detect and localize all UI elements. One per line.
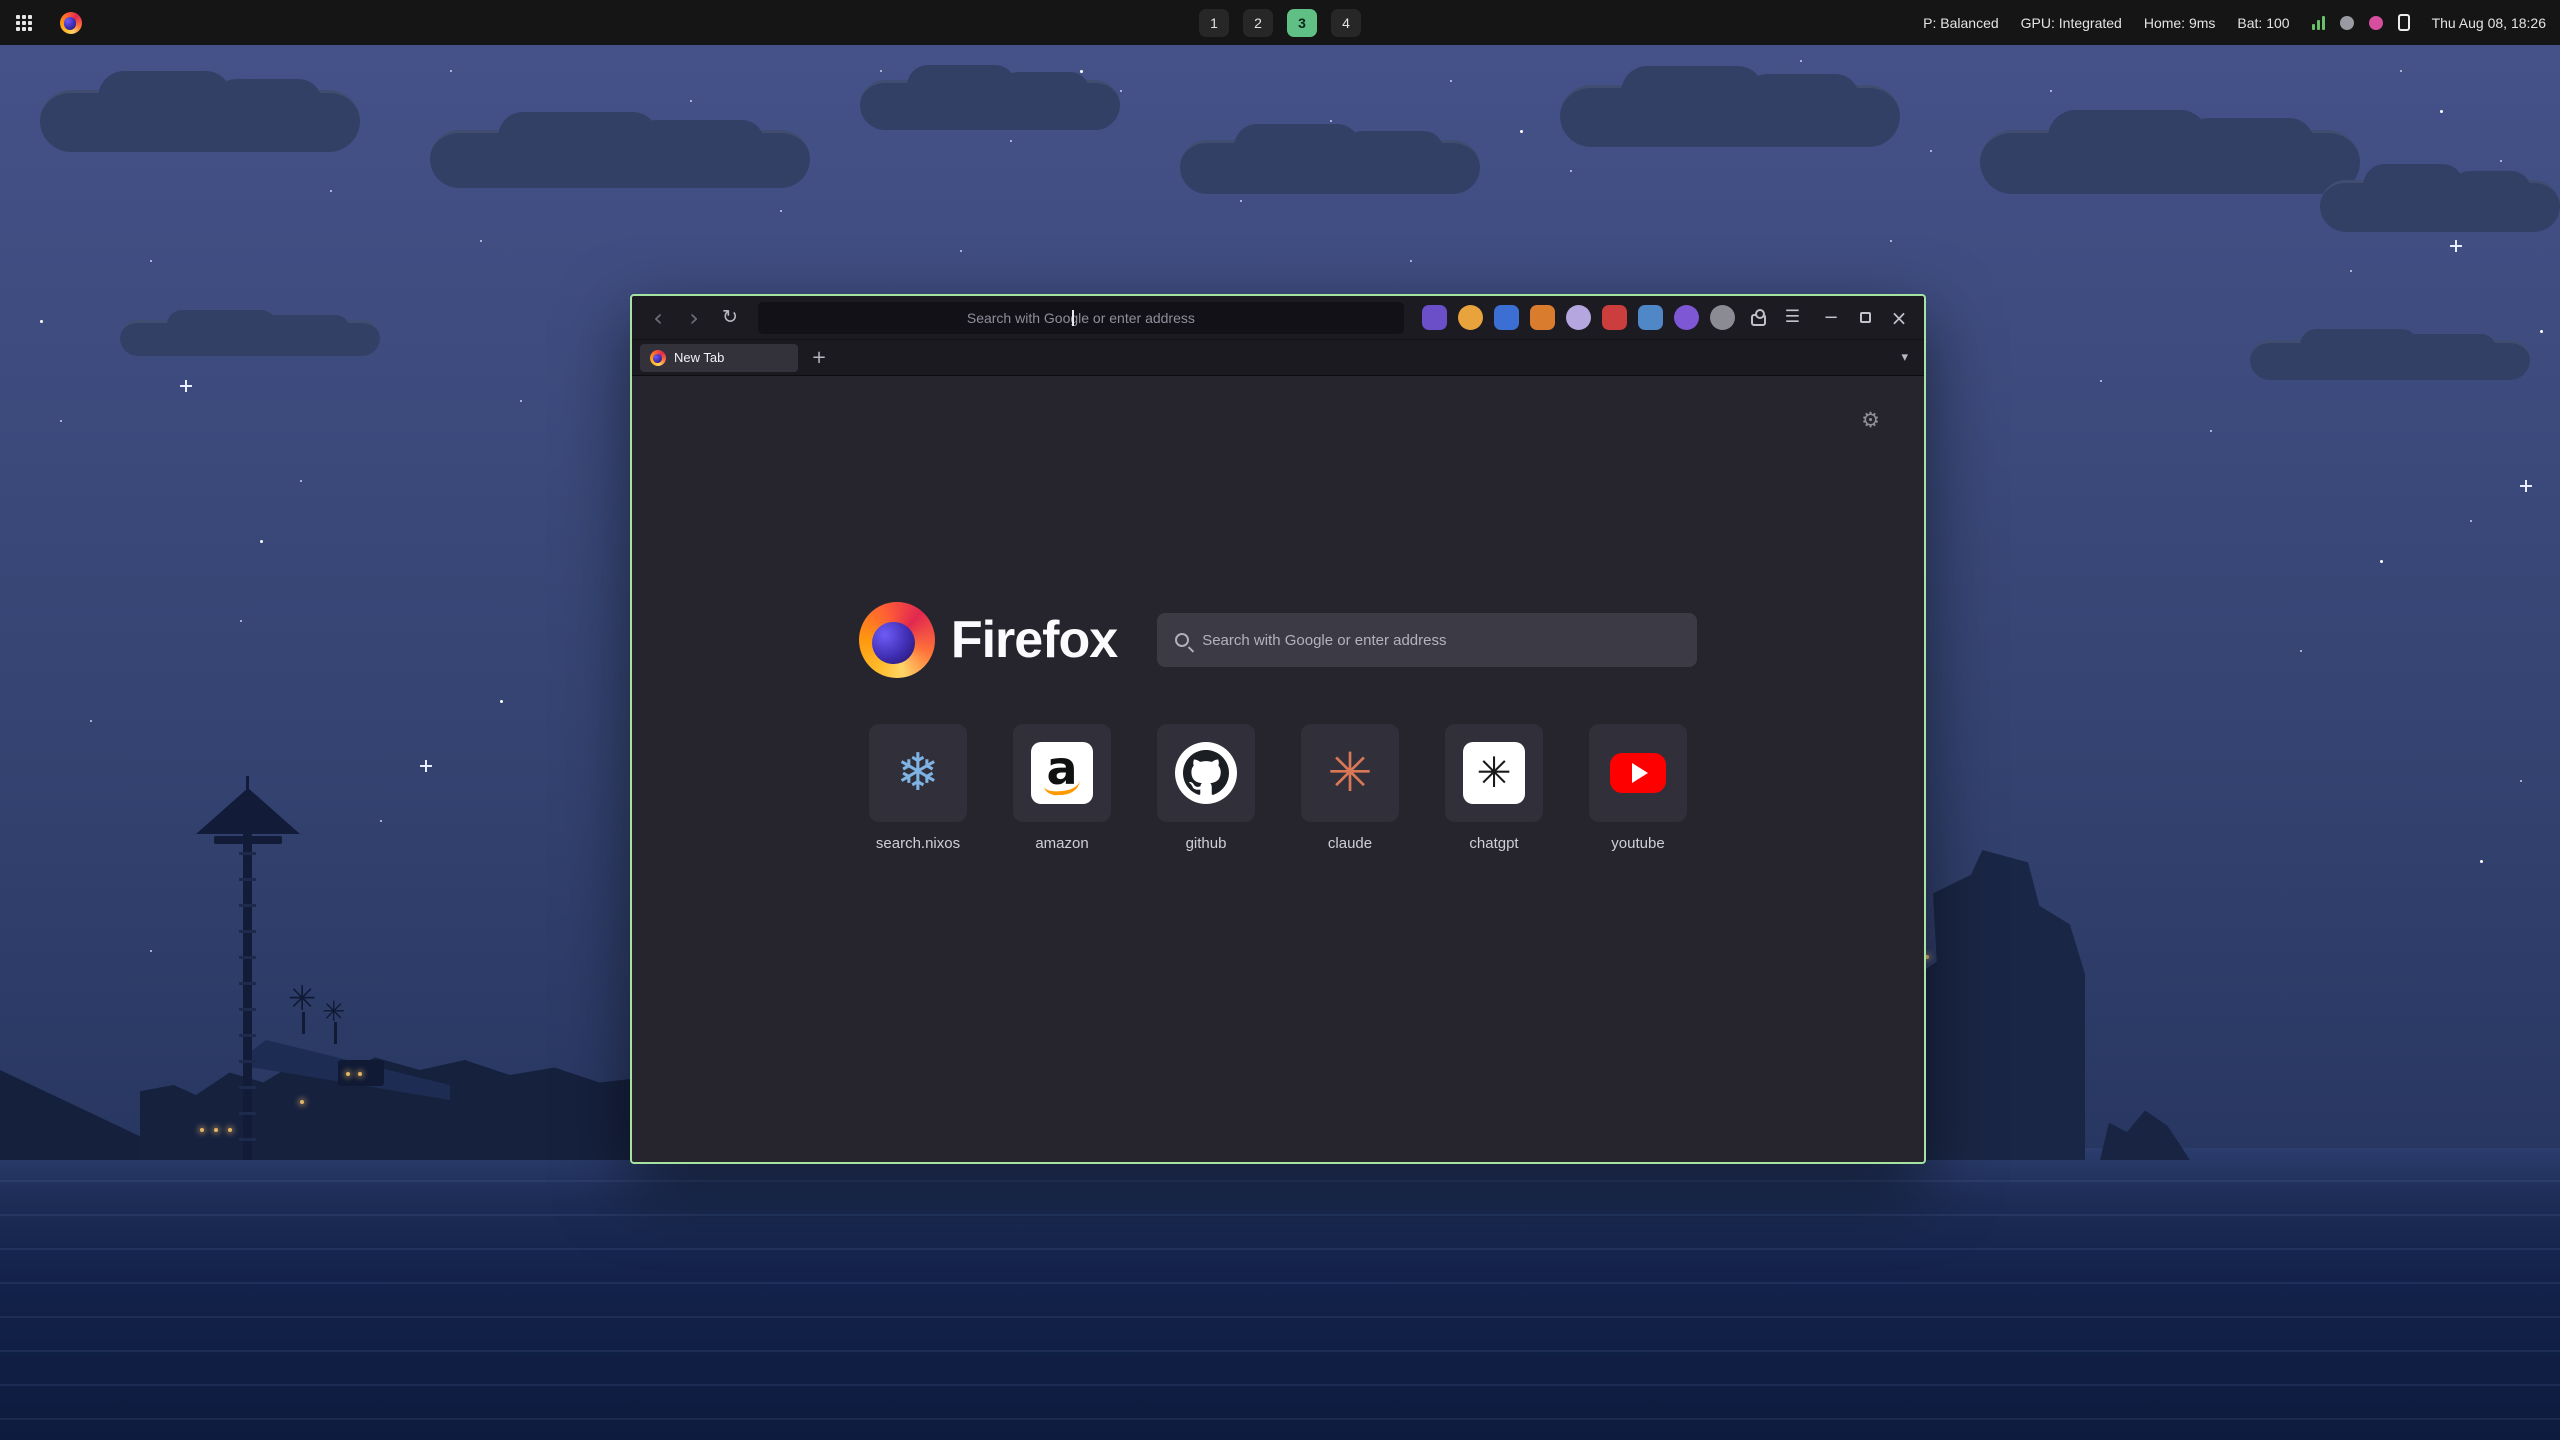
shortcut-label: chatgpt bbox=[1469, 835, 1518, 852]
shortcut-chatgpt[interactable]: chatgpt bbox=[1445, 724, 1543, 852]
tab-new-tab[interactable]: New Tab bbox=[640, 344, 798, 372]
menu-hamburger-icon[interactable]: ☰ bbox=[1777, 309, 1808, 326]
shortcut-search-nixos[interactable]: search.nixos bbox=[869, 724, 967, 852]
extension-icon[interactable] bbox=[1566, 305, 1591, 330]
star-sparkle-icon bbox=[2450, 240, 2462, 252]
hut-light bbox=[358, 1072, 362, 1076]
newtab-hero: Firefox bbox=[632, 602, 1924, 678]
amazon-icon bbox=[1031, 742, 1093, 804]
window-controls: − × bbox=[1822, 309, 1914, 327]
search-input[interactable] bbox=[1202, 632, 1679, 649]
reload-button[interactable]: ↻ bbox=[714, 302, 746, 334]
shortcut-claude[interactable]: claude bbox=[1301, 724, 1399, 852]
url-bar[interactable] bbox=[758, 302, 1404, 334]
extension-icon[interactable] bbox=[1674, 305, 1699, 330]
shortcut-youtube[interactable]: youtube bbox=[1589, 724, 1687, 852]
chatgpt-knot-icon bbox=[1463, 742, 1525, 804]
palm-trunk bbox=[334, 1022, 337, 1044]
cloud bbox=[860, 80, 1120, 130]
shore-light bbox=[200, 1128, 204, 1132]
cloud bbox=[430, 130, 810, 188]
extension-icon[interactable] bbox=[1638, 305, 1663, 330]
cloud bbox=[1180, 140, 1480, 194]
cloud bbox=[1980, 130, 2360, 194]
extensions-puzzle-icon[interactable] bbox=[1745, 304, 1773, 332]
extension-icon[interactable] bbox=[1530, 305, 1555, 330]
clock: Thu Aug 08, 18:26 bbox=[2432, 15, 2546, 31]
star-sparkle-icon bbox=[420, 760, 432, 772]
shortcut-amazon[interactable]: amazon bbox=[1013, 724, 1111, 852]
star-sparkle-icon bbox=[180, 380, 192, 392]
hut-light bbox=[346, 1072, 350, 1076]
tab-overflow-chevron-icon[interactable]: ▾ bbox=[1901, 351, 1916, 364]
cloud bbox=[2250, 340, 2530, 380]
app-launcher-icon[interactable] bbox=[14, 13, 34, 33]
power-profile-status: P: Balanced bbox=[1923, 15, 1999, 31]
firefox-icon[interactable] bbox=[60, 12, 82, 34]
shore-light bbox=[214, 1128, 218, 1132]
status-dot-icon[interactable] bbox=[2340, 16, 2354, 30]
ocean bbox=[0, 1148, 2560, 1440]
workspace-button-2[interactable]: 2 bbox=[1243, 9, 1273, 37]
hut-light bbox=[300, 1100, 304, 1104]
workspace-button-3[interactable]: 3 bbox=[1287, 9, 1317, 37]
ping-status: Home: 9ms bbox=[2144, 15, 2216, 31]
new-tab-page: ⚙ Firefox search.nixos amazon bbox=[632, 376, 1924, 1162]
shortcut-github[interactable]: github bbox=[1157, 724, 1255, 852]
tab-bar: New Tab + ▾ bbox=[632, 340, 1924, 376]
search-icon bbox=[1175, 633, 1189, 647]
minimize-button[interactable]: − bbox=[1822, 309, 1840, 327]
top-bar: 1 2 3 4 P: Balanced GPU: Integrated Home… bbox=[0, 0, 2560, 45]
shortcuts-row: search.nixos amazon github claude bbox=[632, 724, 1924, 852]
watchtower bbox=[246, 776, 249, 790]
workspace-button-1[interactable]: 1 bbox=[1199, 9, 1229, 37]
maximize-button[interactable] bbox=[1856, 309, 1874, 327]
browser-toolbar: ‹ › ↻ ☰ − × bbox=[632, 296, 1924, 340]
hue-icon[interactable] bbox=[2369, 16, 2383, 30]
url-bar-container bbox=[758, 302, 1404, 334]
shore-light bbox=[228, 1128, 232, 1132]
github-octocat-icon bbox=[1175, 742, 1237, 804]
shortcut-label: claude bbox=[1328, 835, 1372, 852]
cloud bbox=[2320, 180, 2560, 232]
extension-icon[interactable] bbox=[1494, 305, 1519, 330]
palm-tree-icon: ✳ bbox=[288, 982, 317, 1016]
firefox-window: ‹ › ↻ ☰ − × New Tab + bbox=[630, 294, 1926, 1164]
shortcut-label: search.nixos bbox=[876, 835, 960, 852]
gpu-status: GPU: Integrated bbox=[2021, 15, 2122, 31]
star-sparkle-icon bbox=[2520, 480, 2532, 492]
network-signal-icon[interactable] bbox=[2312, 15, 2325, 30]
cloud bbox=[120, 320, 380, 356]
battery-status: Bat: 100 bbox=[2237, 15, 2289, 31]
workspace-switcher: 1 2 3 4 bbox=[1199, 0, 1361, 45]
close-button[interactable]: × bbox=[1890, 309, 1908, 327]
tab-title: New Tab bbox=[674, 350, 724, 365]
extension-icon[interactable] bbox=[1458, 305, 1483, 330]
firefox-logo bbox=[859, 602, 935, 678]
phone-icon[interactable] bbox=[2398, 14, 2410, 31]
shortcut-label: youtube bbox=[1611, 835, 1664, 852]
youtube-play-icon bbox=[1610, 753, 1666, 793]
extension-icon[interactable] bbox=[1710, 305, 1735, 330]
firefox-wordmark: Firefox bbox=[951, 610, 1117, 670]
workspace-button-4[interactable]: 4 bbox=[1331, 9, 1361, 37]
newtab-search bbox=[1157, 613, 1697, 667]
extension-cluster bbox=[1422, 305, 1735, 330]
new-tab-button[interactable]: + bbox=[806, 345, 832, 371]
forward-button[interactable]: › bbox=[678, 302, 710, 334]
extension-icon[interactable] bbox=[1602, 305, 1627, 330]
extension-icon[interactable] bbox=[1422, 305, 1447, 330]
nixos-snowflake-icon bbox=[896, 747, 940, 799]
claude-starburst-icon bbox=[1327, 746, 1372, 800]
back-button[interactable]: ‹ bbox=[642, 302, 674, 334]
tab-favicon bbox=[650, 350, 666, 366]
watchtower-ladder bbox=[239, 852, 256, 1152]
shortcut-label: github bbox=[1186, 835, 1227, 852]
cloud bbox=[40, 90, 360, 152]
settings-gear-icon[interactable]: ⚙ bbox=[1861, 410, 1880, 431]
shortcut-label: amazon bbox=[1035, 835, 1088, 852]
cloud bbox=[1560, 85, 1900, 147]
palm-trunk bbox=[302, 1012, 305, 1034]
